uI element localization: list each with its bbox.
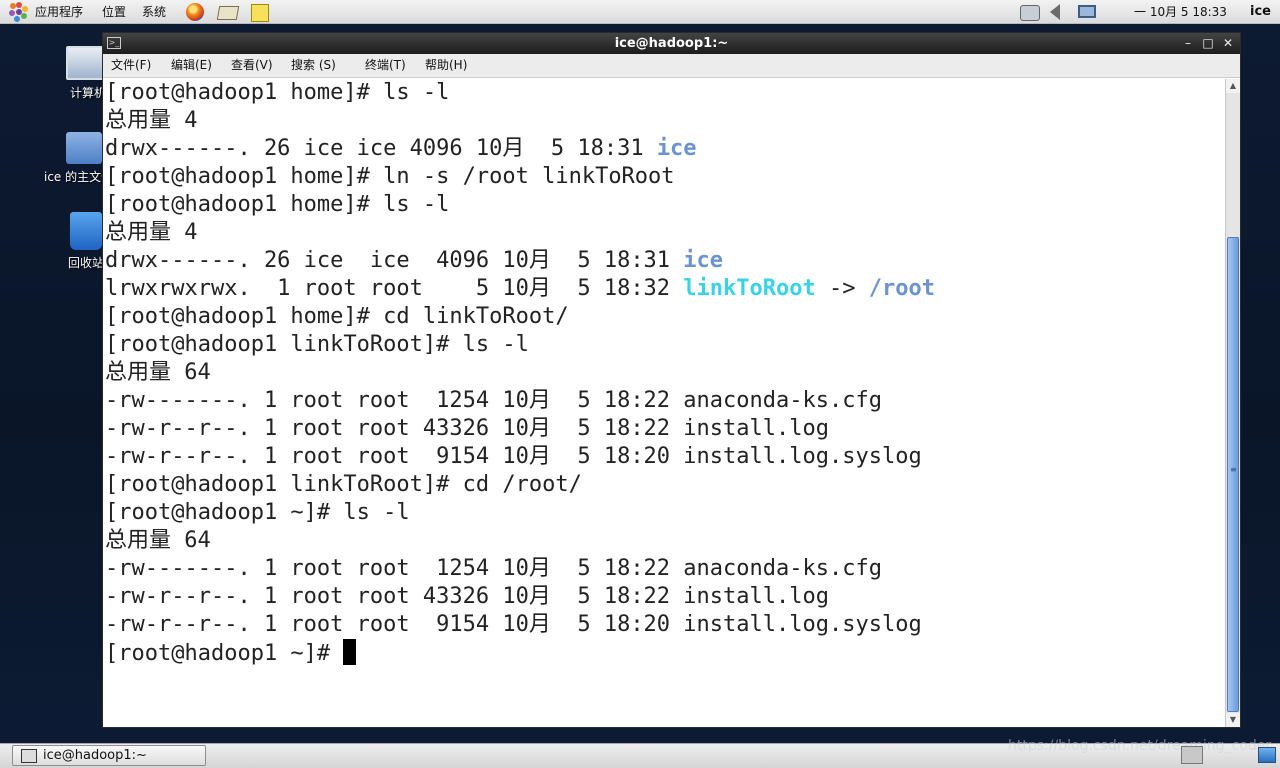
menu-applications[interactable]: 应用程序 [35, 0, 83, 24]
terminal-line-text: drwx------. 26 ice ice 4096 10月 5 18:31 [105, 136, 657, 161]
firefox-launcher[interactable] [184, 2, 206, 22]
symlink-name: linkToRoot [683, 276, 816, 301]
terminal-line: [root@hadoop1 home]# ln -s /root linkToR… [105, 163, 675, 191]
scroll-down-arrow-icon[interactable]: ▼ [1226, 713, 1240, 727]
menu-bar: 文件(F) 编辑(E) 查看(V) 搜索 (S) 终端(T) 帮助(H) [103, 54, 1240, 78]
terminal-line-text: drwx------. 26 ice ice 4096 10月 5 18:31 [105, 248, 684, 273]
user-name[interactable]: ice [1250, 0, 1271, 24]
title-bar[interactable]: >_ ice@hadoop1:~ – □ ✕ [103, 33, 1240, 54]
menu-search[interactable]: 搜索 (S) [291, 54, 336, 77]
terminal-line-text: [root@hadoop1 home]# ls -l [105, 192, 450, 217]
taskbar-terminal-button[interactable]: ice@hadoop1:~ [12, 745, 206, 766]
vertical-scrollbar[interactable]: ▲ ≡ ▼ [1225, 79, 1240, 727]
show-desktop-icon[interactable] [1181, 746, 1203, 764]
terminal-line-text: [root@hadoop1 linkToRoot]# ls -l [105, 332, 529, 357]
terminal-line-text: lrwxrwxrwx. 1 root root 5 10月 5 18:32 [105, 276, 684, 301]
menu-places[interactable]: 位置 [102, 0, 126, 24]
terminal-line-text: [root@hadoop1 home]# ls -l [105, 80, 450, 105]
terminal-line: [root@hadoop1 linkToRoot]# cd /root/ [105, 471, 582, 499]
volume-tray[interactable] [1050, 3, 1070, 21]
top-panel: 应用程序 位置 系统 一 10月 5 18:33 ice [0, 0, 1280, 24]
terminal-line: -rw-r--r--. 1 root root 9154 10月 5 18:20… [105, 443, 922, 471]
terminal-line: [root@hadoop1 home]# ls -l [105, 79, 449, 107]
network-icon [1020, 5, 1040, 21]
terminal-line-text: [root@hadoop1 home]# cd linkToRoot/ [105, 304, 569, 329]
terminal-line-text: [root@hadoop1 ~]# ls -l [105, 500, 410, 525]
menu-help[interactable]: 帮助(H) [425, 54, 467, 77]
terminal-line: 总用量 64 [105, 359, 211, 387]
clock[interactable]: 一 10月 5 18:33 [1134, 0, 1227, 24]
display-tray[interactable] [1078, 3, 1098, 21]
symlink-arrow: -> [815, 276, 869, 301]
terminal-line-text: 总用量 4 [105, 220, 198, 245]
terminal-line-text: 总用量 64 [105, 360, 211, 385]
watermark: https://blog.csdn.net/dreaming_coder [1008, 738, 1272, 754]
terminal-line-text: 总用量 64 [105, 528, 211, 553]
text-cursor [343, 639, 357, 665]
terminal-line-text: -rw-------. 1 root root 1254 10月 5 18:22… [105, 388, 882, 413]
scroll-up-arrow-icon[interactable]: ▲ [1226, 79, 1240, 93]
notes-launcher[interactable] [248, 2, 270, 22]
terminal-line-text: -rw-------. 1 root root 1254 10月 5 18:22… [105, 556, 882, 581]
terminal-line-text: [root@hadoop1 home]# ln -s /root linkToR… [105, 164, 675, 189]
terminal-line: 总用量 4 [105, 219, 198, 247]
terminal-line-text: -rw-r--r--. 1 root root 9154 10月 5 18:20… [105, 444, 922, 469]
directory-name: ice [656, 136, 697, 161]
terminal-line: drwx------. 26 ice ice 4096 10月 5 18:31 … [105, 247, 723, 275]
window-title: ice@hadoop1:~ [614, 36, 729, 51]
terminal-line-text: 总用量 4 [105, 108, 198, 133]
menu-terminal[interactable]: 终端(T) [365, 54, 406, 77]
terminal-line-text: [root@hadoop1 ~]# [105, 641, 344, 666]
terminal-output[interactable]: [root@hadoop1 home]# ls -l 总用量 4 drwx-----… [103, 79, 1224, 727]
terminal-line: lrwxrwxrwx. 1 root root 5 10月 5 18:32 li… [105, 275, 935, 303]
terminal-line: 总用量 4 [105, 107, 198, 135]
terminal-line: [root@hadoop1 linkToRoot]# ls -l [105, 331, 529, 359]
terminal-line: -rw-r--r--. 1 root root 43326 10月 5 18:2… [105, 415, 829, 443]
terminal-line-text: [root@hadoop1 linkToRoot]# cd /root/ [105, 472, 582, 497]
minimize-button[interactable]: – [1178, 33, 1198, 54]
terminal-window: >_ ice@hadoop1:~ – □ ✕ 文件(F) 编辑(E) 查看(V)… [102, 32, 1241, 728]
terminal-line: [root@hadoop1 home]# ls -l [105, 191, 449, 219]
menu-file[interactable]: 文件(F) [111, 54, 151, 77]
taskbar-label: ice@hadoop1:~ [43, 748, 147, 763]
terminal-line: [root@hadoop1 home]# cd linkToRoot/ [105, 303, 569, 331]
scrollbar-thumb[interactable]: ≡ [1227, 237, 1239, 712]
terminal-icon [21, 749, 37, 763]
applications-logo-icon[interactable] [8, 0, 30, 24]
network-tray[interactable] [1020, 3, 1040, 21]
terminal-line-text: -rw-r--r--. 1 root root 9154 10月 5 18:20… [105, 612, 922, 637]
directory-name: ice [683, 248, 724, 273]
menu-view[interactable]: 查看(V) [231, 54, 273, 77]
terminal-line-text: -rw-r--r--. 1 root root 43326 10月 5 18:2… [105, 584, 829, 609]
terminal-line: -rw-------. 1 root root 1254 10月 5 18:22… [105, 387, 882, 415]
volume-icon [1050, 4, 1060, 20]
terminal-line: -rw-r--r--. 1 root root 43326 10月 5 18:2… [105, 583, 829, 611]
terminal-line: -rw-------. 1 root root 1254 10月 5 18:22… [105, 555, 882, 583]
close-button[interactable]: ✕ [1218, 33, 1238, 54]
workspace-switcher-icon[interactable] [1258, 747, 1276, 763]
mail-launcher[interactable] [216, 2, 240, 22]
terminal-line: -rw-r--r--. 1 root root 9154 10月 5 18:20… [105, 611, 922, 639]
home-folder-icon [66, 132, 102, 164]
terminal-line-text: -rw-r--r--. 1 root root 43326 10月 5 18:2… [105, 416, 829, 441]
note-icon [251, 4, 269, 22]
symlink-target: /root [868, 276, 935, 301]
monitor-icon [1078, 5, 1096, 18]
menu-system[interactable]: 系统 [142, 0, 166, 24]
menu-edit[interactable]: 编辑(E) [171, 54, 212, 77]
trash-icon [70, 212, 102, 250]
terminal-line: 总用量 64 [105, 527, 211, 555]
firefox-icon [186, 3, 204, 21]
maximize-button[interactable]: □ [1198, 33, 1218, 54]
terminal-line: drwx------. 26 ice ice 4096 10月 5 18:31 … [105, 135, 697, 163]
mail-icon [216, 6, 240, 20]
terminal-line: [root@hadoop1 ~]# ls -l [105, 499, 410, 527]
terminal-line: [root@hadoop1 ~]# [105, 639, 357, 667]
